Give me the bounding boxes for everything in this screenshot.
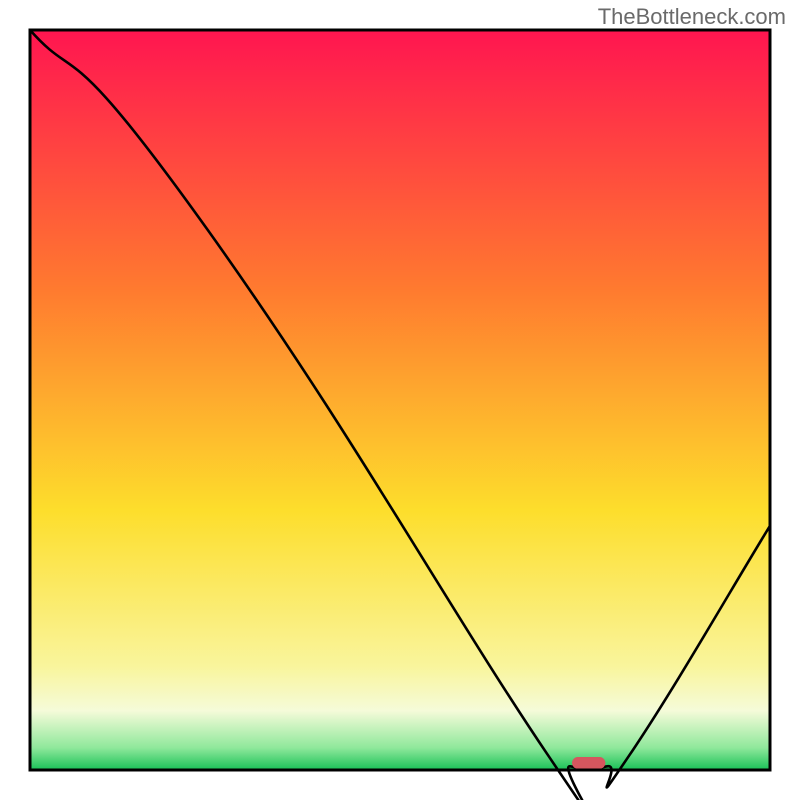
watermark-text: TheBottleneck.com [598, 4, 786, 30]
bottleneck-chart [0, 0, 800, 800]
chart-container: TheBottleneck.com [0, 0, 800, 800]
optimal-marker [572, 757, 605, 769]
